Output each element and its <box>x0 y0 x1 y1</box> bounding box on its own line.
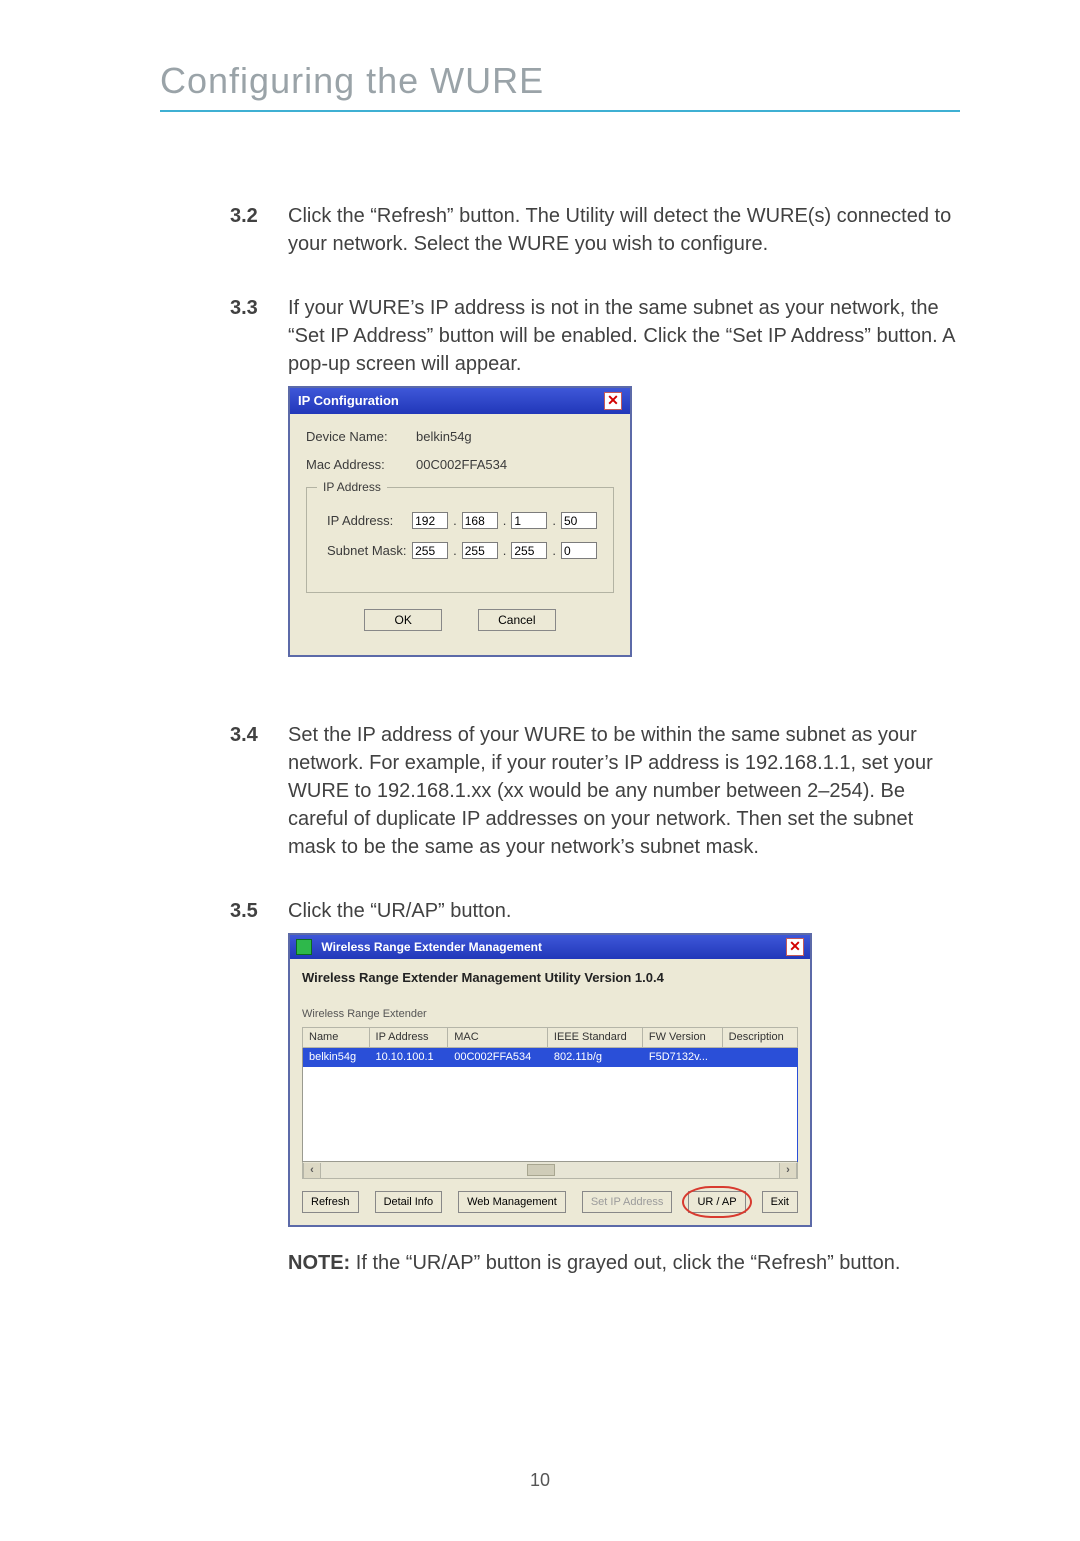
ip-octet-4[interactable] <box>561 512 597 529</box>
scroll-track[interactable] <box>321 1162 779 1178</box>
cell-ip: 10.10.100.1 <box>369 1047 448 1067</box>
horizontal-scrollbar[interactable]: ‹ › <box>302 1162 798 1179</box>
step-3-3: 3.3 If your WURE’s IP address is not in … <box>230 294 960 685</box>
group-legend: IP Address <box>317 479 387 496</box>
mgmt-dialog: Wireless Range Extender Management ✕ Wir… <box>288 933 812 1227</box>
step-number: 3.3 <box>230 294 288 685</box>
table-row[interactable]: belkin54g 10.10.100.1 00C002FFA534 802.1… <box>303 1047 798 1067</box>
step-text: If your WURE’s IP address is not in the … <box>288 294 960 378</box>
scroll-left-icon[interactable]: ‹ <box>303 1163 321 1178</box>
dot: . <box>453 542 457 560</box>
dot: . <box>503 542 507 560</box>
cell-name: belkin54g <box>303 1047 370 1067</box>
step-3-4: 3.4 Set the IP address of your WURE to b… <box>230 721 960 861</box>
ip-octet-2[interactable] <box>462 512 498 529</box>
step-number: 3.5 <box>230 897 288 1277</box>
col-ieee[interactable]: IEEE Standard <box>547 1027 642 1047</box>
cancel-button[interactable]: Cancel <box>478 609 556 631</box>
device-name-label: Device Name: <box>306 428 416 446</box>
ok-button[interactable]: OK <box>364 609 442 631</box>
note-text: If the “UR/AP” button is grayed out, cli… <box>350 1252 900 1274</box>
step-text: Click the “UR/AP” button. <box>288 897 960 925</box>
exit-button[interactable]: Exit <box>762 1191 798 1213</box>
note-label: NOTE: <box>288 1252 350 1274</box>
col-desc[interactable]: Description <box>722 1027 797 1047</box>
subnet-label: Subnet Mask: <box>327 542 408 560</box>
cell-fw: F5D7132v... <box>642 1047 722 1067</box>
ip-octet-1[interactable] <box>412 512 448 529</box>
col-ip[interactable]: IP Address <box>369 1027 448 1047</box>
step-3-5: 3.5 Click the “UR/AP” button. Wireless R… <box>230 897 960 1277</box>
col-mac[interactable]: MAC <box>448 1027 548 1047</box>
dot: . <box>453 512 457 530</box>
cell-desc <box>722 1047 797 1067</box>
urap-highlight: UR / AP <box>688 1191 745 1213</box>
detail-info-button[interactable]: Detail Info <box>375 1191 443 1213</box>
dot: . <box>552 512 556 530</box>
dialog-titlebar[interactable]: Wireless Range Extender Management ✕ <box>290 935 810 959</box>
table-empty-space <box>303 1067 798 1162</box>
mac-label: Mac Address: <box>306 456 416 474</box>
subnet-octet-3[interactable] <box>511 542 547 559</box>
subnet-octet-2[interactable] <box>462 542 498 559</box>
subnet-octet-1[interactable] <box>412 542 448 559</box>
step-text: Click the “Refresh” button. The Utility … <box>288 202 960 258</box>
ip-address-label: IP Address: <box>327 512 408 530</box>
step-3-2: 3.2 Click the “Refresh” button. The Util… <box>230 202 960 258</box>
cell-ieee: 802.11b/g <box>547 1047 642 1067</box>
dialog-titlebar[interactable]: IP Configuration ✕ <box>290 388 630 414</box>
section-label: Wireless Range Extender <box>302 1007 798 1022</box>
refresh-button[interactable]: Refresh <box>302 1191 359 1213</box>
subnet-octet-4[interactable] <box>561 542 597 559</box>
ip-address-group: IP Address IP Address: . . . <box>306 487 614 593</box>
col-name[interactable]: Name <box>303 1027 370 1047</box>
ip-octet-3[interactable] <box>511 512 547 529</box>
close-icon[interactable]: ✕ <box>786 938 804 956</box>
dot: . <box>552 542 556 560</box>
cell-mac: 00C002FFA534 <box>448 1047 548 1067</box>
ip-config-dialog: IP Configuration ✕ Device Name: belkin54… <box>288 386 632 657</box>
set-ip-address-button: Set IP Address <box>582 1191 673 1213</box>
device-name-value: belkin54g <box>416 428 472 446</box>
step-text: Set the IP address of your WURE to be wi… <box>288 721 960 861</box>
dot: . <box>503 512 507 530</box>
device-table[interactable]: Name IP Address MAC IEEE Standard FW Ver… <box>302 1027 798 1163</box>
step-number: 3.2 <box>230 202 288 258</box>
web-management-button[interactable]: Web Management <box>458 1191 566 1213</box>
page-number: 10 <box>0 1470 1080 1491</box>
mgmt-heading: Wireless Range Extender Management Utili… <box>302 969 798 987</box>
ur-ap-button[interactable]: UR / AP <box>688 1191 745 1213</box>
col-fw[interactable]: FW Version <box>642 1027 722 1047</box>
dialog-title: Wireless Range Extender Management <box>321 940 542 954</box>
scroll-right-icon[interactable]: › <box>779 1163 797 1178</box>
scroll-thumb[interactable] <box>527 1164 555 1176</box>
page-title: Configuring the WURE <box>160 60 960 102</box>
step-number: 3.4 <box>230 721 288 861</box>
dialog-title: IP Configuration <box>298 392 399 410</box>
mac-value: 00C002FFA534 <box>416 456 507 474</box>
note: NOTE: If the “UR/AP” button is grayed ou… <box>288 1249 960 1277</box>
title-underline <box>160 110 960 112</box>
close-icon[interactable]: ✕ <box>604 392 622 410</box>
app-icon <box>296 939 312 955</box>
